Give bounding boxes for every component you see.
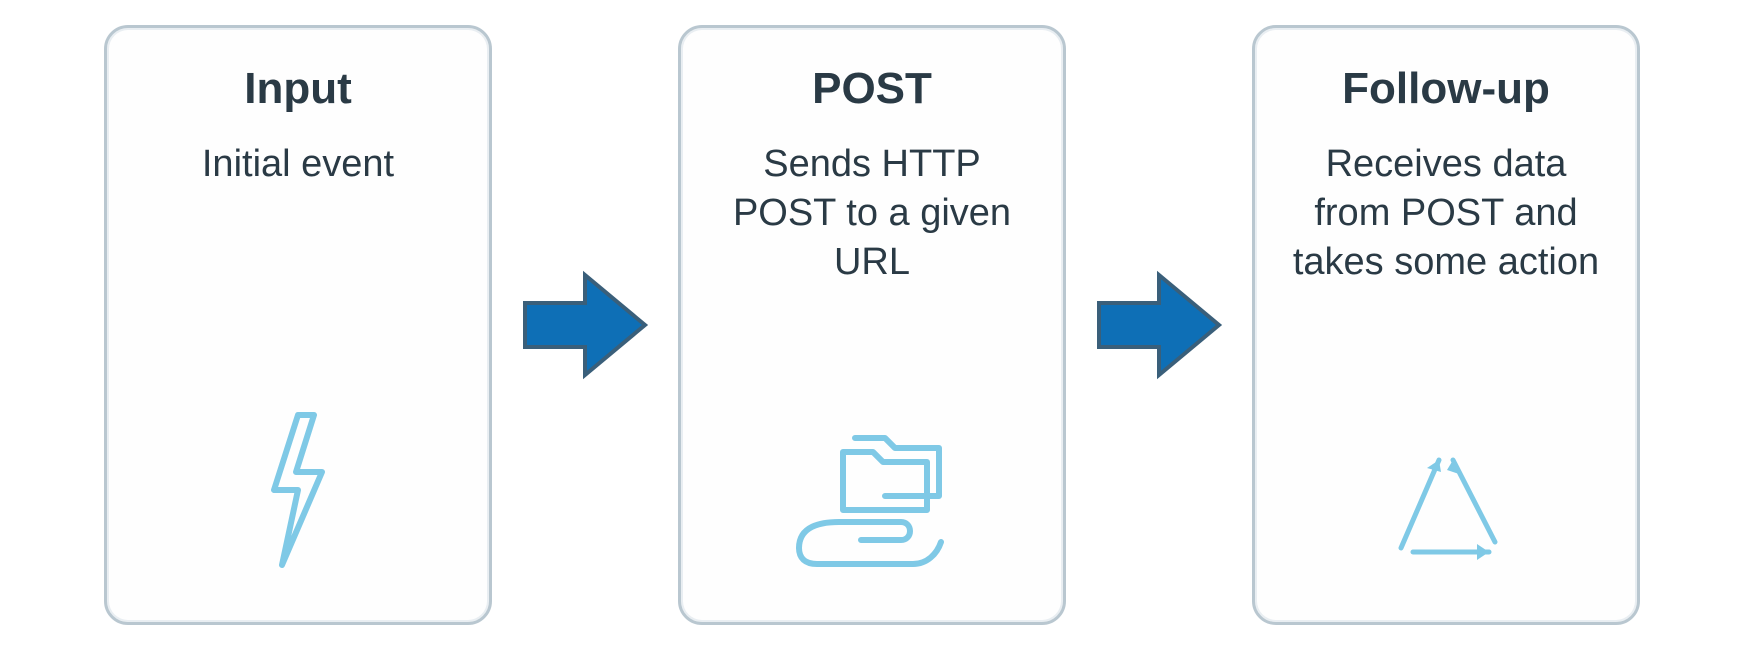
arrow-icon [1094, 265, 1224, 385]
arrow-icon [520, 265, 650, 385]
step-description: Initial event [202, 140, 394, 189]
step-description: Receives data from POST and takes some a… [1283, 140, 1609, 288]
step-description: Sends HTTP POST to a given URL [709, 140, 1035, 288]
flow-diagram: Input Initial event POST Sends HTTP POST… [84, 5, 1660, 645]
step-title: Input [244, 64, 352, 114]
step-title: Follow-up [1342, 64, 1550, 114]
lightning-icon [258, 410, 338, 570]
step-card-post: POST Sends HTTP POST to a given URL [678, 25, 1066, 625]
step-card-input: Input Initial event [104, 25, 492, 625]
hand-folder-icon [787, 420, 957, 570]
step-card-followup: Follow-up Receives data from POST and ta… [1252, 25, 1640, 625]
step-title: POST [812, 64, 932, 114]
cycle-triangle-icon [1361, 430, 1531, 570]
